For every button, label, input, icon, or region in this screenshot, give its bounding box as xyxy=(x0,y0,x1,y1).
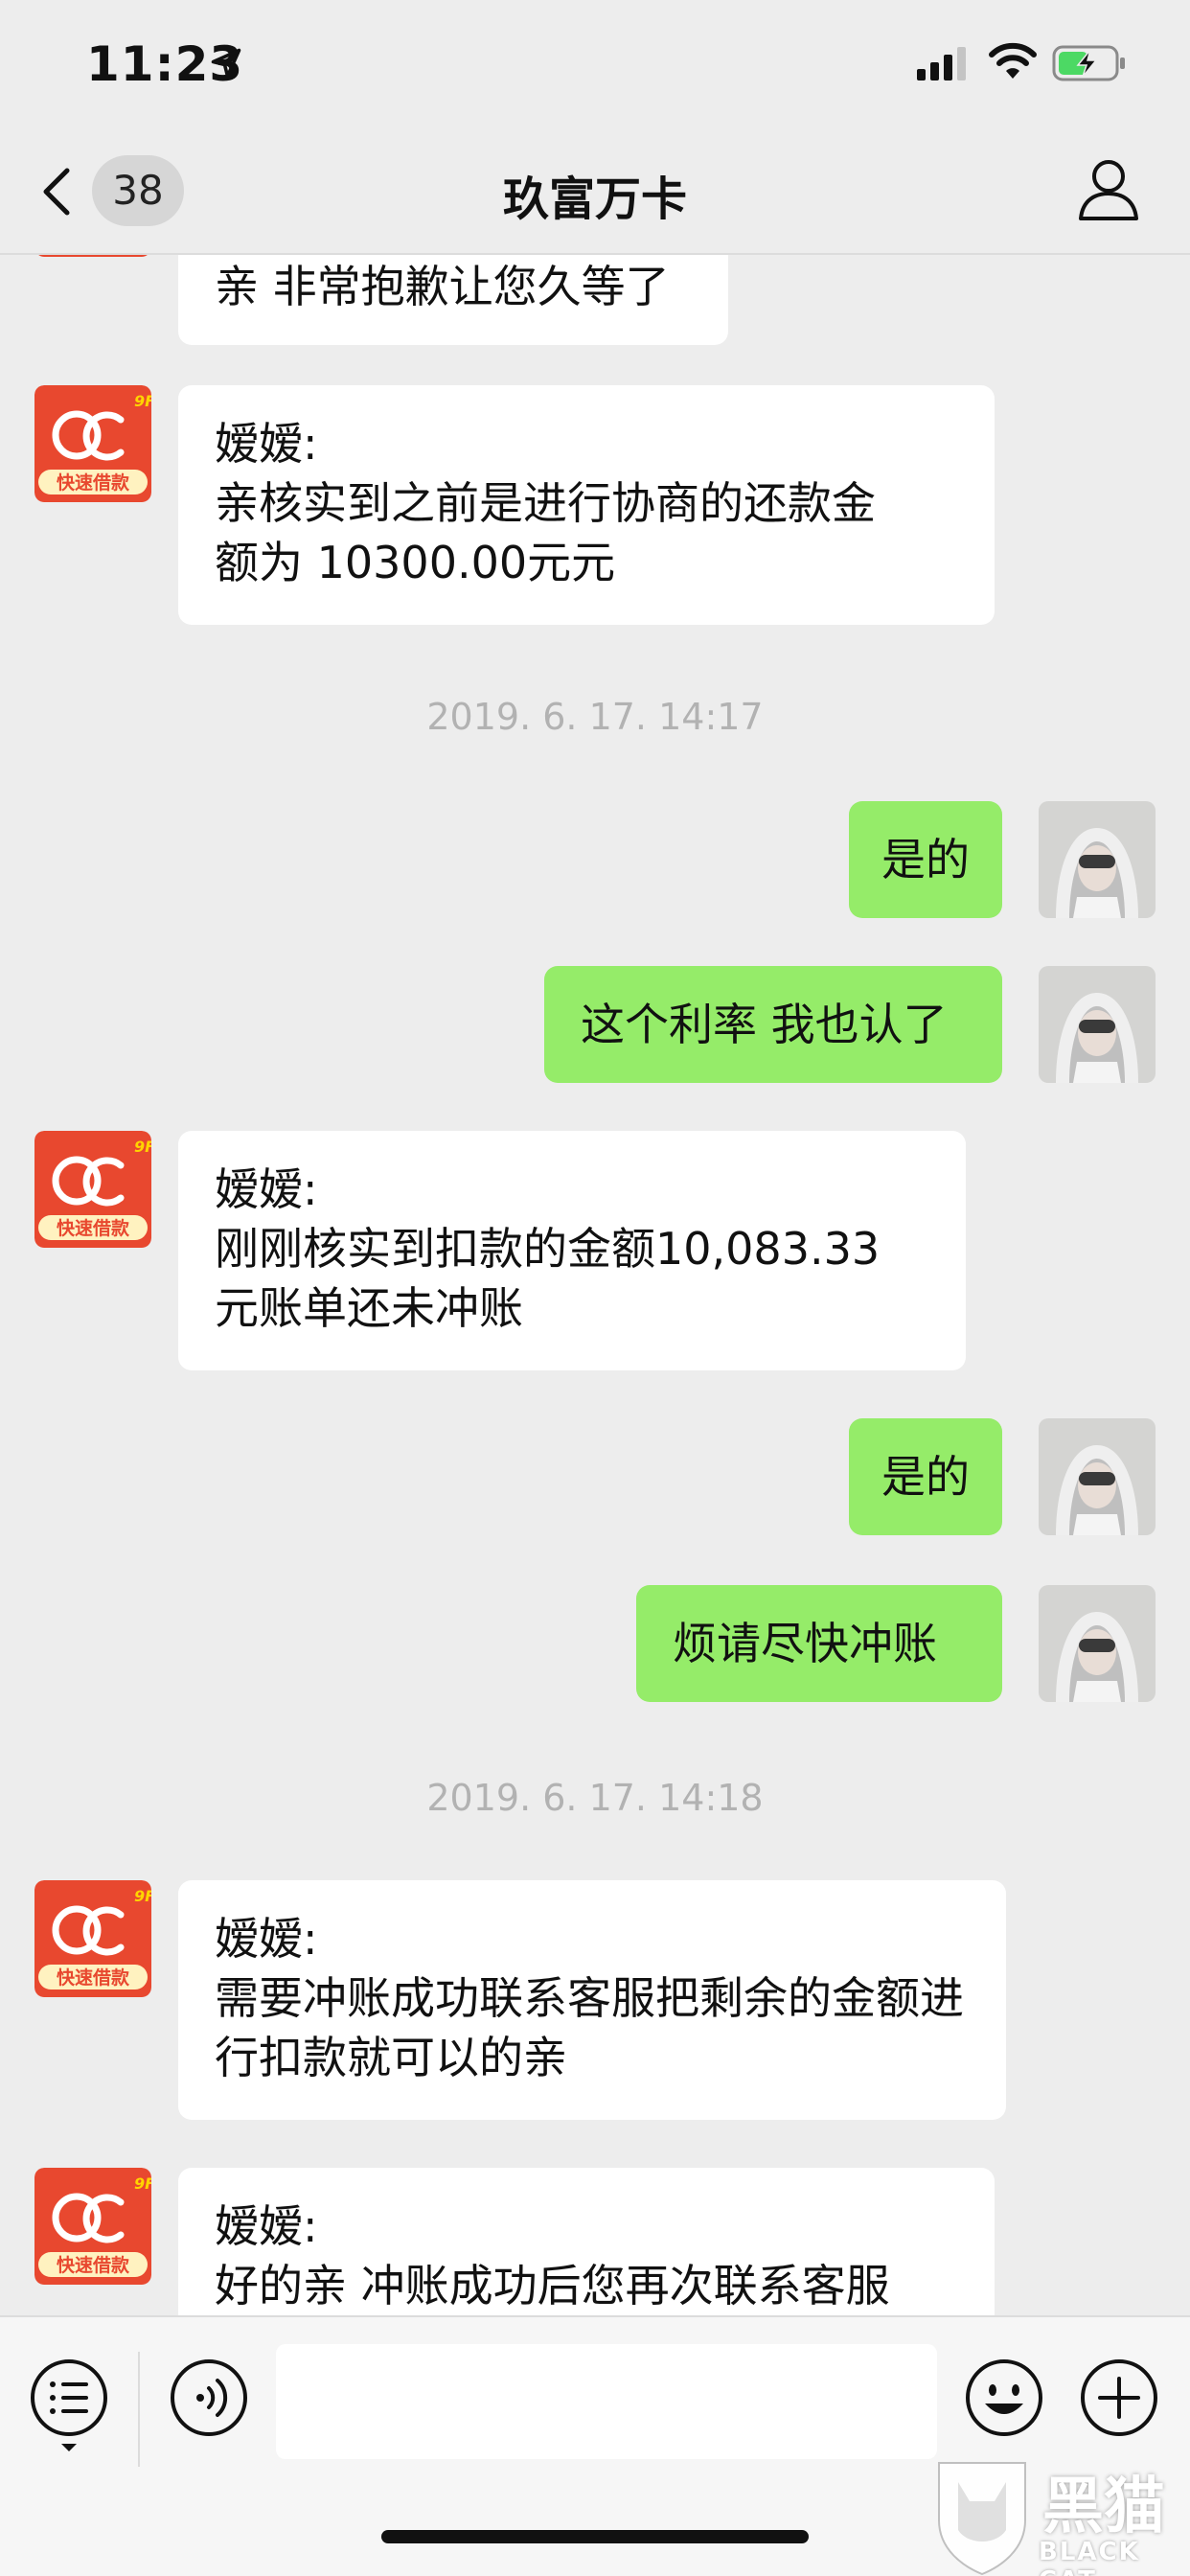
message-bubble[interactable]: 是的 xyxy=(849,1418,1002,1535)
sender-name: 嫒嫒: xyxy=(215,1163,318,1215)
user-avatar[interactable] xyxy=(1039,966,1156,1083)
svg-text:9F: 9F xyxy=(134,2174,151,2193)
contact-avatar[interactable]: 9F 快速借款 xyxy=(34,1880,151,1997)
lender-logo-icon: 9F 快速借款 xyxy=(34,385,151,502)
lender-logo-icon: 9F 快速借款 xyxy=(34,2168,151,2285)
user-photo xyxy=(1039,1418,1156,1535)
watermark-text: 黑猫 xyxy=(1042,2472,1165,2542)
message-line: 需要冲账成功联系客服把剩余的金额进 xyxy=(215,1972,964,2024)
incoming-message: 9F 快速借款 嫒嫒: 亲核实到之前是进行协商的还款金 额为 10300.00元… xyxy=(0,385,1190,625)
voice-icon[interactable] xyxy=(169,2358,249,2438)
logo-text: 快速借款 xyxy=(57,2254,130,2276)
user-avatar[interactable] xyxy=(1039,1418,1156,1535)
contact-avatar[interactable]: 9F 快速借款 xyxy=(34,2168,151,2285)
message-bubble[interactable]: 嫒嫒: 刚刚核实到扣款的金额10,083.33 元账单还未冲账 xyxy=(178,1131,966,1370)
lender-logo-icon: 9F 快速借款 xyxy=(34,1131,151,1248)
message-bubble[interactable]: 烦请尽快冲账 xyxy=(636,1585,1002,1702)
chevron-left-icon xyxy=(43,168,70,216)
message-timestamp: 2019. 6. 17. 14:18 xyxy=(426,1777,764,1819)
svg-text:9F: 9F xyxy=(134,392,151,410)
message-bubble[interactable]: 亲 非常抱歉让您久等了 xyxy=(178,255,728,345)
outgoing-message: 这个利率 我也认了 xyxy=(0,966,1190,1083)
menu-list-icon[interactable] xyxy=(29,2358,109,2453)
user-photo xyxy=(1039,1585,1156,1702)
message-line: 亲核实到之前是进行协商的还款金 xyxy=(215,477,876,529)
message-bubble[interactable]: 嫒嫒: 亲核实到之前是进行协商的还款金 额为 10300.00元元 xyxy=(178,385,995,625)
user-photo xyxy=(1039,801,1156,918)
message-line: 好的亲 冲账成功后您再次联系客服 xyxy=(215,2260,890,2312)
message-text: 是的 xyxy=(881,834,970,886)
logo-text: 快速借款 xyxy=(57,1217,130,1239)
lender-logo-icon: 9F 快速借款 xyxy=(34,1880,151,1997)
contact-avatar[interactable]: 9F 快速借款 xyxy=(34,1131,151,1248)
home-indicator[interactable] xyxy=(381,2530,809,2543)
message-text: 亲 非常抱歉让您久等了 xyxy=(215,261,670,312)
nav-bar: 38 玖富万卡 xyxy=(0,126,1190,255)
unread-count-badge: 38 xyxy=(92,155,184,226)
cellular-signal-icon xyxy=(917,47,966,80)
message-bubble[interactable]: 嫒嫒: 好的亲 冲账成功后您再次联系客服 xyxy=(178,2168,995,2315)
battery-charging-icon xyxy=(1052,45,1125,81)
emoji-icon[interactable] xyxy=(964,2358,1044,2438)
divider xyxy=(138,2352,140,2467)
plus-icon[interactable] xyxy=(1079,2358,1159,2438)
logo-text: 快速借款 xyxy=(57,472,130,494)
message-text: 这个利率 我也认了 xyxy=(581,999,948,1050)
message-line: 元账单还未冲账 xyxy=(215,1282,523,1334)
sender-name: 嫒嫒: xyxy=(215,418,318,470)
user-avatar[interactable] xyxy=(1039,801,1156,918)
svg-text:9F: 9F xyxy=(134,1887,151,1905)
message-text: 是的 xyxy=(881,1451,970,1503)
incoming-message: 9F 快速借款 嫒嫒: 好的亲 冲账成功后您再次联系客服 xyxy=(0,2168,1190,2315)
message-bubble[interactable]: 这个利率 我也认了 xyxy=(544,966,1002,1083)
message-line: 刚刚核实到扣款的金额10,083.33 xyxy=(215,1223,881,1275)
back-button[interactable]: 38 xyxy=(38,155,192,228)
person-icon[interactable] xyxy=(1077,155,1140,222)
sender-name: 嫒嫒: xyxy=(215,1913,318,1965)
lender-logo-icon: 9F 快速借款 xyxy=(38,255,148,257)
message-bubble[interactable]: 是的 xyxy=(849,801,1002,918)
contact-avatar[interactable]: 9F 快速借款 xyxy=(34,385,151,502)
chat-message-list[interactable]: 9F 快速借款 亲 非常抱歉让您久等了 9F 快速借款 嫒嫒: 亲核实到之前是进… xyxy=(0,255,1190,2315)
message-line: 额为 10300.00元元 xyxy=(215,537,616,588)
incoming-message: 9F 快速借款 亲 非常抱歉让您久等了 xyxy=(0,255,1190,345)
watermark: 黑猫 BLACK CAT xyxy=(929,2453,1190,2576)
outgoing-message: 是的 xyxy=(0,801,1190,918)
message-input[interactable] xyxy=(276,2344,937,2459)
user-avatar[interactable] xyxy=(1039,1585,1156,1702)
logo-text: 快速借款 xyxy=(57,1966,130,1989)
outgoing-message: 是的 xyxy=(0,1418,1190,1535)
watermark-subtext: BLACK CAT xyxy=(1039,2538,1140,2576)
message-line: 行扣款就可以的亲 xyxy=(215,2032,567,2083)
outgoing-message: 烦请尽快冲账 xyxy=(0,1585,1190,1702)
incoming-message: 9F 快速借款 嫒嫒: 刚刚核实到扣款的金额10,083.33 元账单还未冲账 xyxy=(0,1131,1190,1370)
wifi-icon xyxy=(989,42,1037,79)
message-bubble[interactable]: 嫒嫒: 需要冲账成功联系客服把剩余的金额进 行扣款就可以的亲 xyxy=(178,1880,1006,2120)
incoming-message: 9F 快速借款 嫒嫒: 需要冲账成功联系客服把剩余的金额进 行扣款就可以的亲 xyxy=(0,1880,1190,2120)
location-arrow-icon xyxy=(211,48,241,79)
svg-text:9F: 9F xyxy=(134,1138,151,1156)
contact-avatar[interactable]: 9F 快速借款 xyxy=(34,255,151,257)
cat-logo-icon xyxy=(938,2462,1026,2576)
message-timestamp: 2019. 6. 17. 14:17 xyxy=(426,696,764,738)
status-bar: 11:23 xyxy=(0,0,1190,126)
sender-name: 嫒嫒: xyxy=(215,2200,318,2252)
user-photo xyxy=(1039,966,1156,1083)
message-text: 烦请尽快冲账 xyxy=(673,1618,937,1669)
